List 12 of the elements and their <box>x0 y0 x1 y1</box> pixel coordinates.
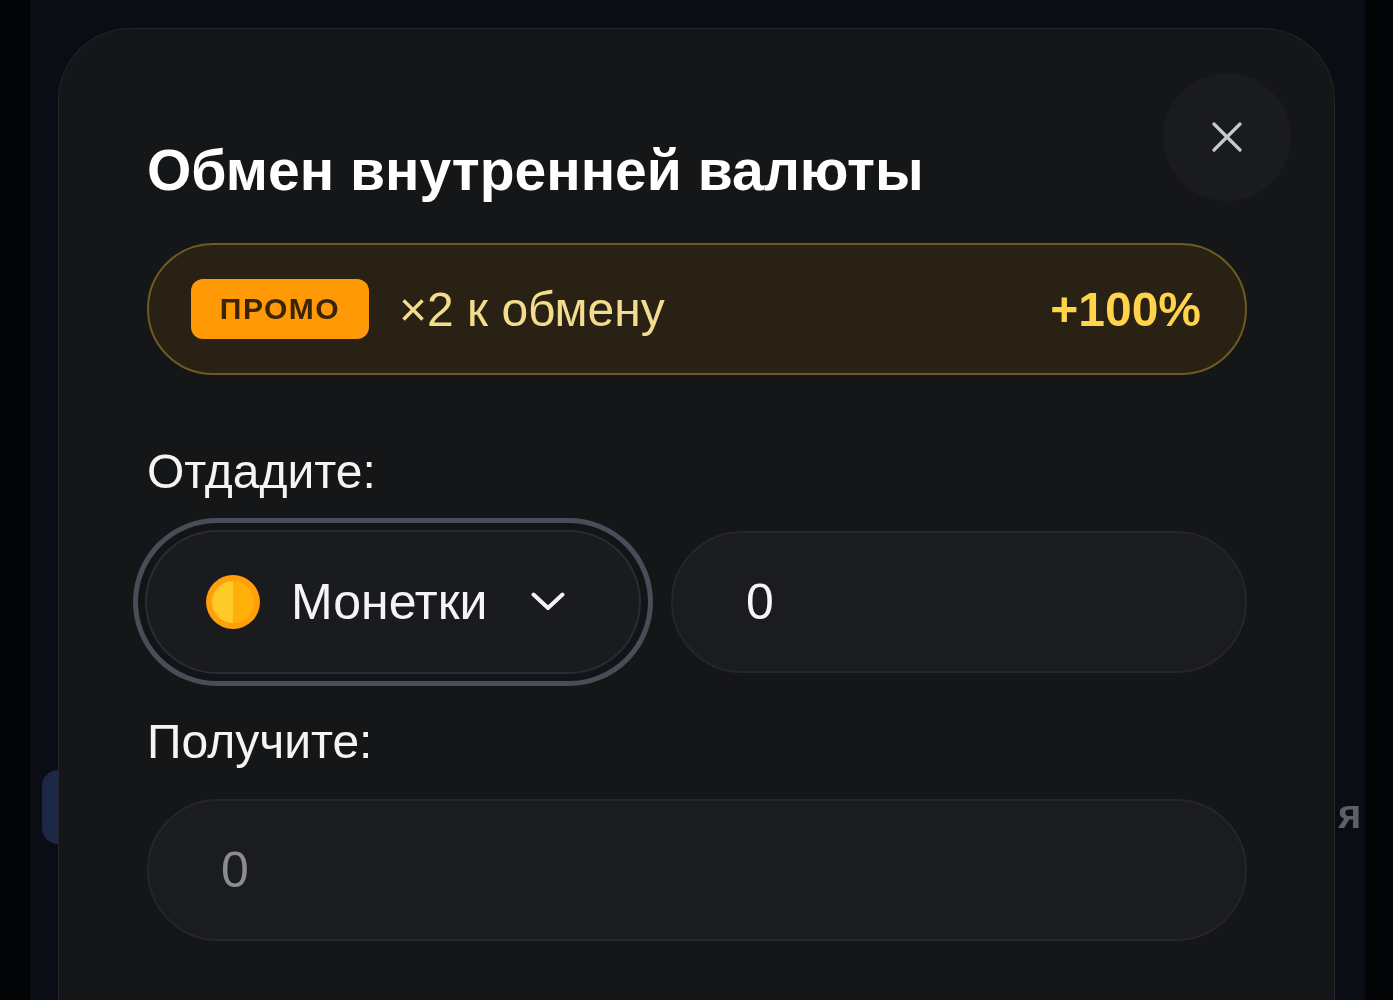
dialog-title: Обмен внутренней валюты <box>147 137 924 204</box>
chevron-down-icon <box>531 592 566 612</box>
coin-icon <box>206 574 260 629</box>
amount-input[interactable]: 0 <box>671 530 1247 673</box>
background-text: я <box>1338 794 1362 834</box>
promo-text: ×2 к обмену <box>399 281 665 337</box>
promo-badge: ПРОМО <box>191 279 369 339</box>
promo-bonus: +100% <box>1050 281 1201 337</box>
close-icon <box>1212 122 1242 152</box>
currency-dropdown[interactable]: Монетки <box>133 517 653 686</box>
give-label: Отдадите: <box>147 444 376 500</box>
receive-label: Получите: <box>147 713 373 770</box>
